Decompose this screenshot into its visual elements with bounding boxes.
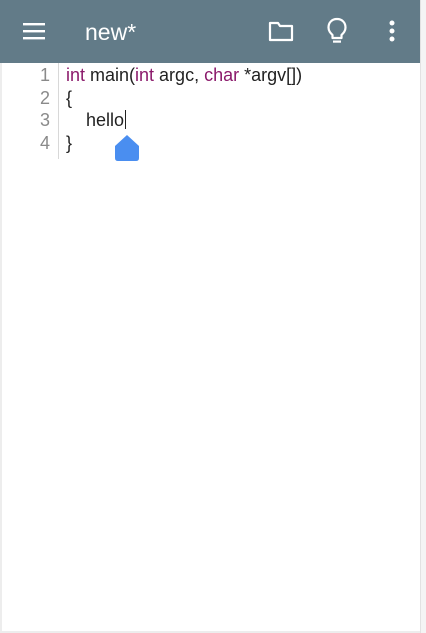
line-code[interactable]: } — [66, 132, 72, 154]
keyword-token: char — [204, 65, 240, 85]
line-number: 4 — [39, 132, 50, 153]
code-token: { — [66, 87, 73, 108]
text-cursor — [125, 110, 127, 129]
keyword-token: int — [66, 65, 86, 85]
suggestions-button[interactable] — [318, 12, 356, 50]
code-token: *argv[]) — [239, 65, 303, 85]
right-border — [420, 0, 426, 633]
line-number: 3 — [39, 110, 50, 130]
code-line[interactable]: 2{ — [2, 87, 420, 109]
line-number: 1 — [39, 65, 50, 85]
code-token: main( — [85, 65, 136, 85]
keyword-token: int — [135, 65, 155, 85]
code-token: } — [66, 132, 73, 153]
menu-button[interactable] — [14, 14, 54, 48]
folder-icon — [268, 21, 294, 42]
app-toolbar: new* — [0, 0, 420, 63]
code-line[interactable]: 1 int main(int argc, char *argv[]) — [2, 64, 420, 86]
line-number: 2 — [39, 87, 50, 108]
line-code[interactable]: int main(int argc, char *argv[]) — [66, 64, 302, 86]
lightbulb-icon — [327, 17, 347, 43]
more-options-button[interactable] — [376, 12, 408, 50]
document-title: new* — [85, 19, 137, 45]
code-line[interactable]: 3 hello — [2, 109, 420, 131]
line-code[interactable]: hello — [66, 109, 127, 131]
code-editor[interactable]: 1 int main(int argc, char *argv[]) 2{3 hel… — [2, 63, 420, 631]
code-token: argc, — [154, 65, 205, 85]
code-line[interactable]: 4} — [2, 132, 420, 154]
text-caret-handle[interactable] — [114, 135, 140, 161]
menu-icon — [23, 23, 45, 40]
more-vert-icon — [389, 20, 395, 42]
line-code[interactable]: { — [66, 87, 72, 109]
open-file-button[interactable] — [262, 14, 300, 48]
code-token: hello — [66, 110, 125, 130]
caret-handle-icon — [115, 135, 139, 161]
